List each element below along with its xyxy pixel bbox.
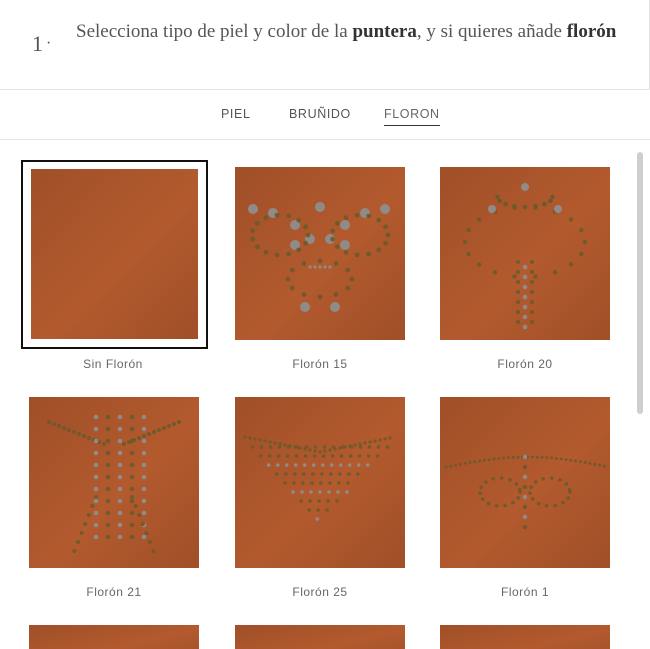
option-label: Florón 25 [292,585,348,599]
floron-option-20[interactable]: Florón 20 [425,141,630,381]
floron-option-1[interactable]: Florón 1 [425,381,630,621]
leather-texture [235,167,405,340]
floron-option-sin-floron[interactable]: Sin Florón [0,141,220,381]
option-label: Sin Florón [83,357,143,371]
floron-option-25[interactable]: Florón 25 [220,381,425,621]
tab-floron[interactable]: FLORON [384,107,440,126]
floron-option-21[interactable]: Florón 21 [0,381,220,621]
floron-grid: Sin Florón Florón 15 Florón 20 Florón 21… [0,141,650,649]
leather-texture [440,167,610,340]
tab-brunido[interactable]: BRUÑIDO [289,107,351,125]
leather-texture [29,625,199,649]
floron-pattern-image [440,397,610,568]
option-label: Florón 15 [292,357,348,371]
floron-pattern-image [440,167,610,340]
step-header: 1 · Selecciona tipo de piel y color de la… [0,0,650,90]
leather-texture [235,397,405,568]
option-tabs: PIEL BRUÑIDO FLORON [0,90,650,140]
step-instruction: Selecciona tipo de piel y color de la pu… [76,21,617,42]
leather-swatch [29,625,199,649]
leather-texture [29,397,199,568]
grid-scrollbar[interactable] [636,152,644,649]
floron-pattern-image [235,397,405,568]
tab-piel[interactable]: PIEL [221,107,251,125]
leather-texture [31,169,198,339]
option-label: Florón 20 [497,357,553,371]
leather-texture [440,397,610,568]
option-label: Florón 1 [500,585,550,599]
floron-option-partial[interactable] [0,621,220,649]
floron-option-partial[interactable] [425,621,630,649]
leather-swatch [235,625,405,649]
leather-swatch [440,625,610,649]
step-number: 1 · [32,31,52,56]
option-label: Florón 21 [86,585,142,599]
leather-texture [440,625,610,649]
scrollbar-thumb[interactable] [637,152,643,414]
floron-pattern-image [29,397,199,568]
leather-texture [235,625,405,649]
floron-pattern-image [235,167,405,340]
floron-option-15[interactable]: Florón 15 [220,141,425,381]
leather-swatch [31,169,198,339]
floron-option-partial[interactable] [220,621,425,649]
